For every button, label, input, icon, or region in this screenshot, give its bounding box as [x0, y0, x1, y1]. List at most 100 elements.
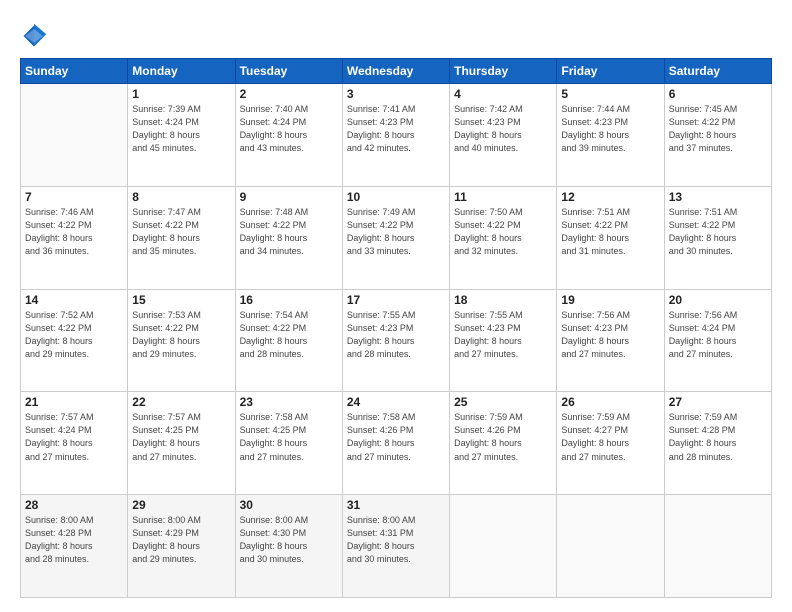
calendar-cell: 24Sunrise: 7:58 AM Sunset: 4:26 PM Dayli… — [342, 392, 449, 495]
day-info: Sunrise: 7:52 AM Sunset: 4:22 PM Dayligh… — [25, 309, 123, 361]
day-info: Sunrise: 7:47 AM Sunset: 4:22 PM Dayligh… — [132, 206, 230, 258]
calendar-cell: 11 Sunrise: 7:50 AM Sunset: 4:22 PM Dayli… — [450, 186, 557, 289]
calendar-cell: 15 Sunrise: 7:53 AM Sunset: 4:22 PM Dayli… — [128, 289, 235, 392]
calendar-cell: 2 Sunrise: 7:40 AM Sunset: 4:24 PM Daylig… — [235, 84, 342, 187]
calendar-cell: 5 Sunrise: 7:44 AM Sunset: 4:23 PM Daylig… — [557, 84, 664, 187]
calendar-table: SundayMondayTuesdayWednesdayThursdayFrid… — [20, 58, 772, 598]
weekday-header-wednesday: Wednesday — [342, 59, 449, 84]
day-info: Sunrise: 8:00 AM Sunset: 4:28 PM Dayligh… — [25, 514, 123, 566]
day-info: Sunrise: 7:50 AM Sunset: 4:22 PM Dayligh… — [454, 206, 552, 258]
calendar-cell: 9 Sunrise: 7:48 AM Sunset: 4:22 PM Daylig… — [235, 186, 342, 289]
day-number: 20 — [669, 293, 767, 307]
day-info: Sunrise: 7:58 AM Sunset: 4:25 PM Dayligh… — [240, 411, 338, 463]
week-row-1: 1Sunrise: 7:39 AM Sunset: 4:24 PM Daylig… — [21, 84, 772, 187]
calendar-cell — [21, 84, 128, 187]
day-info: Sunrise: 7:42 AM Sunset: 4:23 PM Dayligh… — [454, 103, 552, 155]
day-number: 16 — [240, 293, 338, 307]
day-info: Sunrise: 7:45 AM Sunset: 4:22 PM Dayligh… — [669, 103, 767, 155]
day-info: Sunrise: 7:55 AM Sunset: 4:23 PM Dayligh… — [454, 309, 552, 361]
day-info: Sunrise: 7:57 AM Sunset: 4:24 PM Dayligh… — [25, 411, 123, 463]
calendar-cell: 1Sunrise: 7:39 AM Sunset: 4:24 PM Daylig… — [128, 84, 235, 187]
calendar-cell: 3 Sunrise: 7:41 AM Sunset: 4:23 PM Daylig… — [342, 84, 449, 187]
day-info: Sunrise: 7:41 AM Sunset: 4:23 PM Dayligh… — [347, 103, 445, 155]
day-number: 30 — [240, 498, 338, 512]
calendar-cell: 18 Sunrise: 7:55 AM Sunset: 4:23 PM Dayli… — [450, 289, 557, 392]
day-number: 25 — [454, 395, 552, 409]
weekday-header-friday: Friday — [557, 59, 664, 84]
day-info: Sunrise: 7:51 AM Sunset: 4:22 PM Dayligh… — [669, 206, 767, 258]
day-info: Sunrise: 7:57 AM Sunset: 4:25 PM Dayligh… — [132, 411, 230, 463]
calendar-cell: 10Sunrise: 7:49 AM Sunset: 4:22 PM Dayli… — [342, 186, 449, 289]
page: SundayMondayTuesdayWednesdayThursdayFrid… — [0, 0, 792, 612]
day-info: Sunrise: 7:51 AM Sunset: 4:22 PM Dayligh… — [561, 206, 659, 258]
calendar-cell: 22 Sunrise: 7:57 AM Sunset: 4:25 PM Dayli… — [128, 392, 235, 495]
day-number: 5 — [561, 87, 659, 101]
day-number: 2 — [240, 87, 338, 101]
calendar-cell: 20 Sunrise: 7:56 AM Sunset: 4:24 PM Dayli… — [664, 289, 771, 392]
day-number: 11 — [454, 190, 552, 204]
day-info: Sunrise: 7:53 AM Sunset: 4:22 PM Dayligh… — [132, 309, 230, 361]
week-row-2: 7Sunrise: 7:46 AM Sunset: 4:22 PM Daylig… — [21, 186, 772, 289]
day-info: Sunrise: 8:00 AM Sunset: 4:31 PM Dayligh… — [347, 514, 445, 566]
day-number: 4 — [454, 87, 552, 101]
week-row-4: 21 Sunrise: 7:57 AM Sunset: 4:24 PM Dayli… — [21, 392, 772, 495]
calendar-cell — [664, 495, 771, 598]
calendar-cell: 12 Sunrise: 7:51 AM Sunset: 4:22 PM Dayli… — [557, 186, 664, 289]
logo — [20, 22, 50, 50]
calendar-cell: 13Sunrise: 7:51 AM Sunset: 4:22 PM Dayli… — [664, 186, 771, 289]
day-info: Sunrise: 7:46 AM Sunset: 4:22 PM Dayligh… — [25, 206, 123, 258]
day-info: Sunrise: 7:59 AM Sunset: 4:27 PM Dayligh… — [561, 411, 659, 463]
day-info: Sunrise: 7:58 AM Sunset: 4:26 PM Dayligh… — [347, 411, 445, 463]
day-info: Sunrise: 7:39 AM Sunset: 4:24 PM Dayligh… — [132, 103, 230, 155]
weekday-header-thursday: Thursday — [450, 59, 557, 84]
day-info: Sunrise: 7:48 AM Sunset: 4:22 PM Dayligh… — [240, 206, 338, 258]
day-info: Sunrise: 7:56 AM Sunset: 4:24 PM Dayligh… — [669, 309, 767, 361]
weekday-header-tuesday: Tuesday — [235, 59, 342, 84]
day-number: 29 — [132, 498, 230, 512]
day-number: 26 — [561, 395, 659, 409]
logo-icon — [20, 22, 48, 50]
calendar-cell: 25Sunrise: 7:59 AM Sunset: 4:26 PM Dayli… — [450, 392, 557, 495]
day-info: Sunrise: 8:00 AM Sunset: 4:29 PM Dayligh… — [132, 514, 230, 566]
calendar-cell: 19 Sunrise: 7:56 AM Sunset: 4:23 PM Dayli… — [557, 289, 664, 392]
day-number: 17 — [347, 293, 445, 307]
day-number: 6 — [669, 87, 767, 101]
calendar-cell: 30 Sunrise: 8:00 AM Sunset: 4:30 PM Dayli… — [235, 495, 342, 598]
day-info: Sunrise: 7:44 AM Sunset: 4:23 PM Dayligh… — [561, 103, 659, 155]
calendar-cell: 31 Sunrise: 8:00 AM Sunset: 4:31 PM Dayli… — [342, 495, 449, 598]
weekday-header-sunday: Sunday — [21, 59, 128, 84]
day-number: 12 — [561, 190, 659, 204]
day-number: 21 — [25, 395, 123, 409]
weekday-header-saturday: Saturday — [664, 59, 771, 84]
calendar-cell — [450, 495, 557, 598]
day-number: 10 — [347, 190, 445, 204]
calendar-body: 1Sunrise: 7:39 AM Sunset: 4:24 PM Daylig… — [21, 84, 772, 598]
day-info: Sunrise: 8:00 AM Sunset: 4:30 PM Dayligh… — [240, 514, 338, 566]
calendar-cell: 26 Sunrise: 7:59 AM Sunset: 4:27 PM Dayli… — [557, 392, 664, 495]
calendar-cell: 7Sunrise: 7:46 AM Sunset: 4:22 PM Daylig… — [21, 186, 128, 289]
day-info: Sunrise: 7:40 AM Sunset: 4:24 PM Dayligh… — [240, 103, 338, 155]
day-number: 9 — [240, 190, 338, 204]
calendar-header: SundayMondayTuesdayWednesdayThursdayFrid… — [21, 59, 772, 84]
week-row-5: 28Sunrise: 8:00 AM Sunset: 4:28 PM Dayli… — [21, 495, 772, 598]
weekday-header-monday: Monday — [128, 59, 235, 84]
day-info: Sunrise: 7:54 AM Sunset: 4:22 PM Dayligh… — [240, 309, 338, 361]
calendar-cell: 21 Sunrise: 7:57 AM Sunset: 4:24 PM Dayli… — [21, 392, 128, 495]
calendar-cell: 4 Sunrise: 7:42 AM Sunset: 4:23 PM Daylig… — [450, 84, 557, 187]
header — [20, 18, 772, 50]
calendar-cell: 14 Sunrise: 7:52 AM Sunset: 4:22 PM Dayli… — [21, 289, 128, 392]
day-number: 3 — [347, 87, 445, 101]
day-info: Sunrise: 7:56 AM Sunset: 4:23 PM Dayligh… — [561, 309, 659, 361]
day-number: 18 — [454, 293, 552, 307]
calendar-cell: 28Sunrise: 8:00 AM Sunset: 4:28 PM Dayli… — [21, 495, 128, 598]
day-number: 22 — [132, 395, 230, 409]
day-number: 19 — [561, 293, 659, 307]
day-number: 31 — [347, 498, 445, 512]
day-number: 15 — [132, 293, 230, 307]
day-number: 14 — [25, 293, 123, 307]
calendar-cell: 29 Sunrise: 8:00 AM Sunset: 4:29 PM Dayli… — [128, 495, 235, 598]
week-row-3: 14 Sunrise: 7:52 AM Sunset: 4:22 PM Dayli… — [21, 289, 772, 392]
calendar-cell: 27Sunrise: 7:59 AM Sunset: 4:28 PM Dayli… — [664, 392, 771, 495]
calendar-cell: 16 Sunrise: 7:54 AM Sunset: 4:22 PM Dayli… — [235, 289, 342, 392]
calendar-cell: 23Sunrise: 7:58 AM Sunset: 4:25 PM Dayli… — [235, 392, 342, 495]
